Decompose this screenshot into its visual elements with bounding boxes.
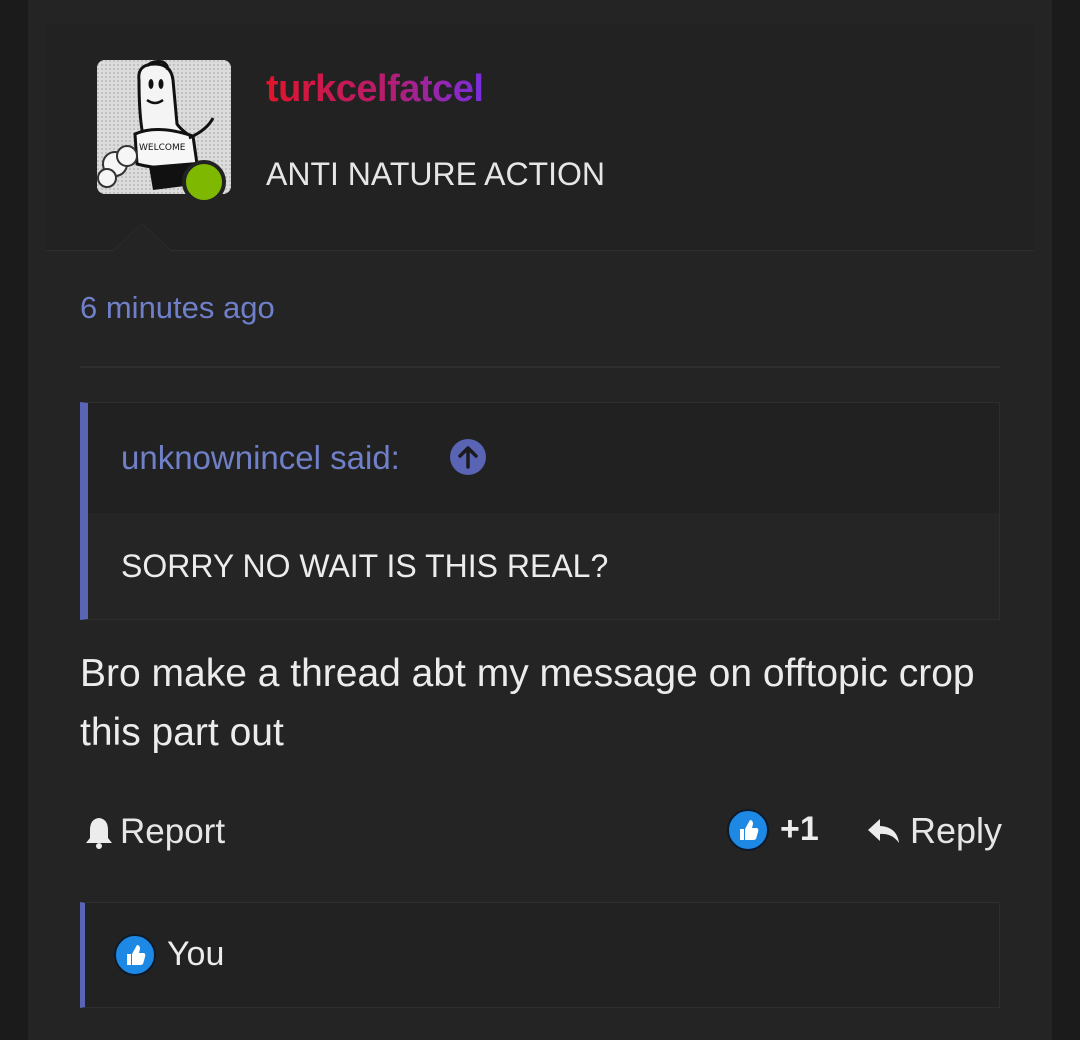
quote-header: unknownincel said: xyxy=(88,403,999,513)
quote-text: SORRY NO WAIT IS THIS REAL? xyxy=(121,548,609,584)
thumbs-up-icon-svg xyxy=(114,934,156,976)
divider xyxy=(80,366,1000,368)
reaction-users[interactable]: You xyxy=(167,935,224,974)
arrow-up-icon[interactable] xyxy=(450,439,486,475)
like-count: +1 xyxy=(780,810,819,848)
online-status-dot xyxy=(182,160,226,204)
thumbs-up-icon xyxy=(727,809,769,851)
user-block-pointer xyxy=(112,224,172,252)
post-timestamp[interactable]: 6 minutes ago xyxy=(80,290,275,326)
user-title: ANTI NATURE ACTION xyxy=(266,156,605,192)
reply-button[interactable]: Reply xyxy=(866,810,1002,852)
username[interactable]: turkcelfatcel xyxy=(266,68,484,111)
reply-icon xyxy=(868,819,899,843)
report-button[interactable]: Report xyxy=(84,810,225,854)
quote-block: unknownincel said: SORRY NO WAIT IS THIS… xyxy=(80,402,1000,620)
post-message: Bro make a thread abt my message on offt… xyxy=(80,652,975,754)
quote-author[interactable]: unknownincel said: xyxy=(121,439,400,477)
arrow-up-icon-svg xyxy=(458,446,478,469)
svg-text:WELCOME: WELCOME xyxy=(139,143,186,153)
bell-icon xyxy=(86,818,112,849)
reactions-bar[interactable]: You xyxy=(80,902,1000,1008)
thumbs-up-icon xyxy=(113,933,157,977)
report-label: Report xyxy=(120,812,226,851)
reply-label: Reply xyxy=(910,810,1003,851)
post: WELCOME turkcelfatcel ANTI NATURE ACTION… xyxy=(28,0,1052,1040)
user-block: WELCOME turkcelfatcel ANTI NATURE ACTION xyxy=(46,24,1034,252)
like-button[interactable] xyxy=(726,808,770,852)
